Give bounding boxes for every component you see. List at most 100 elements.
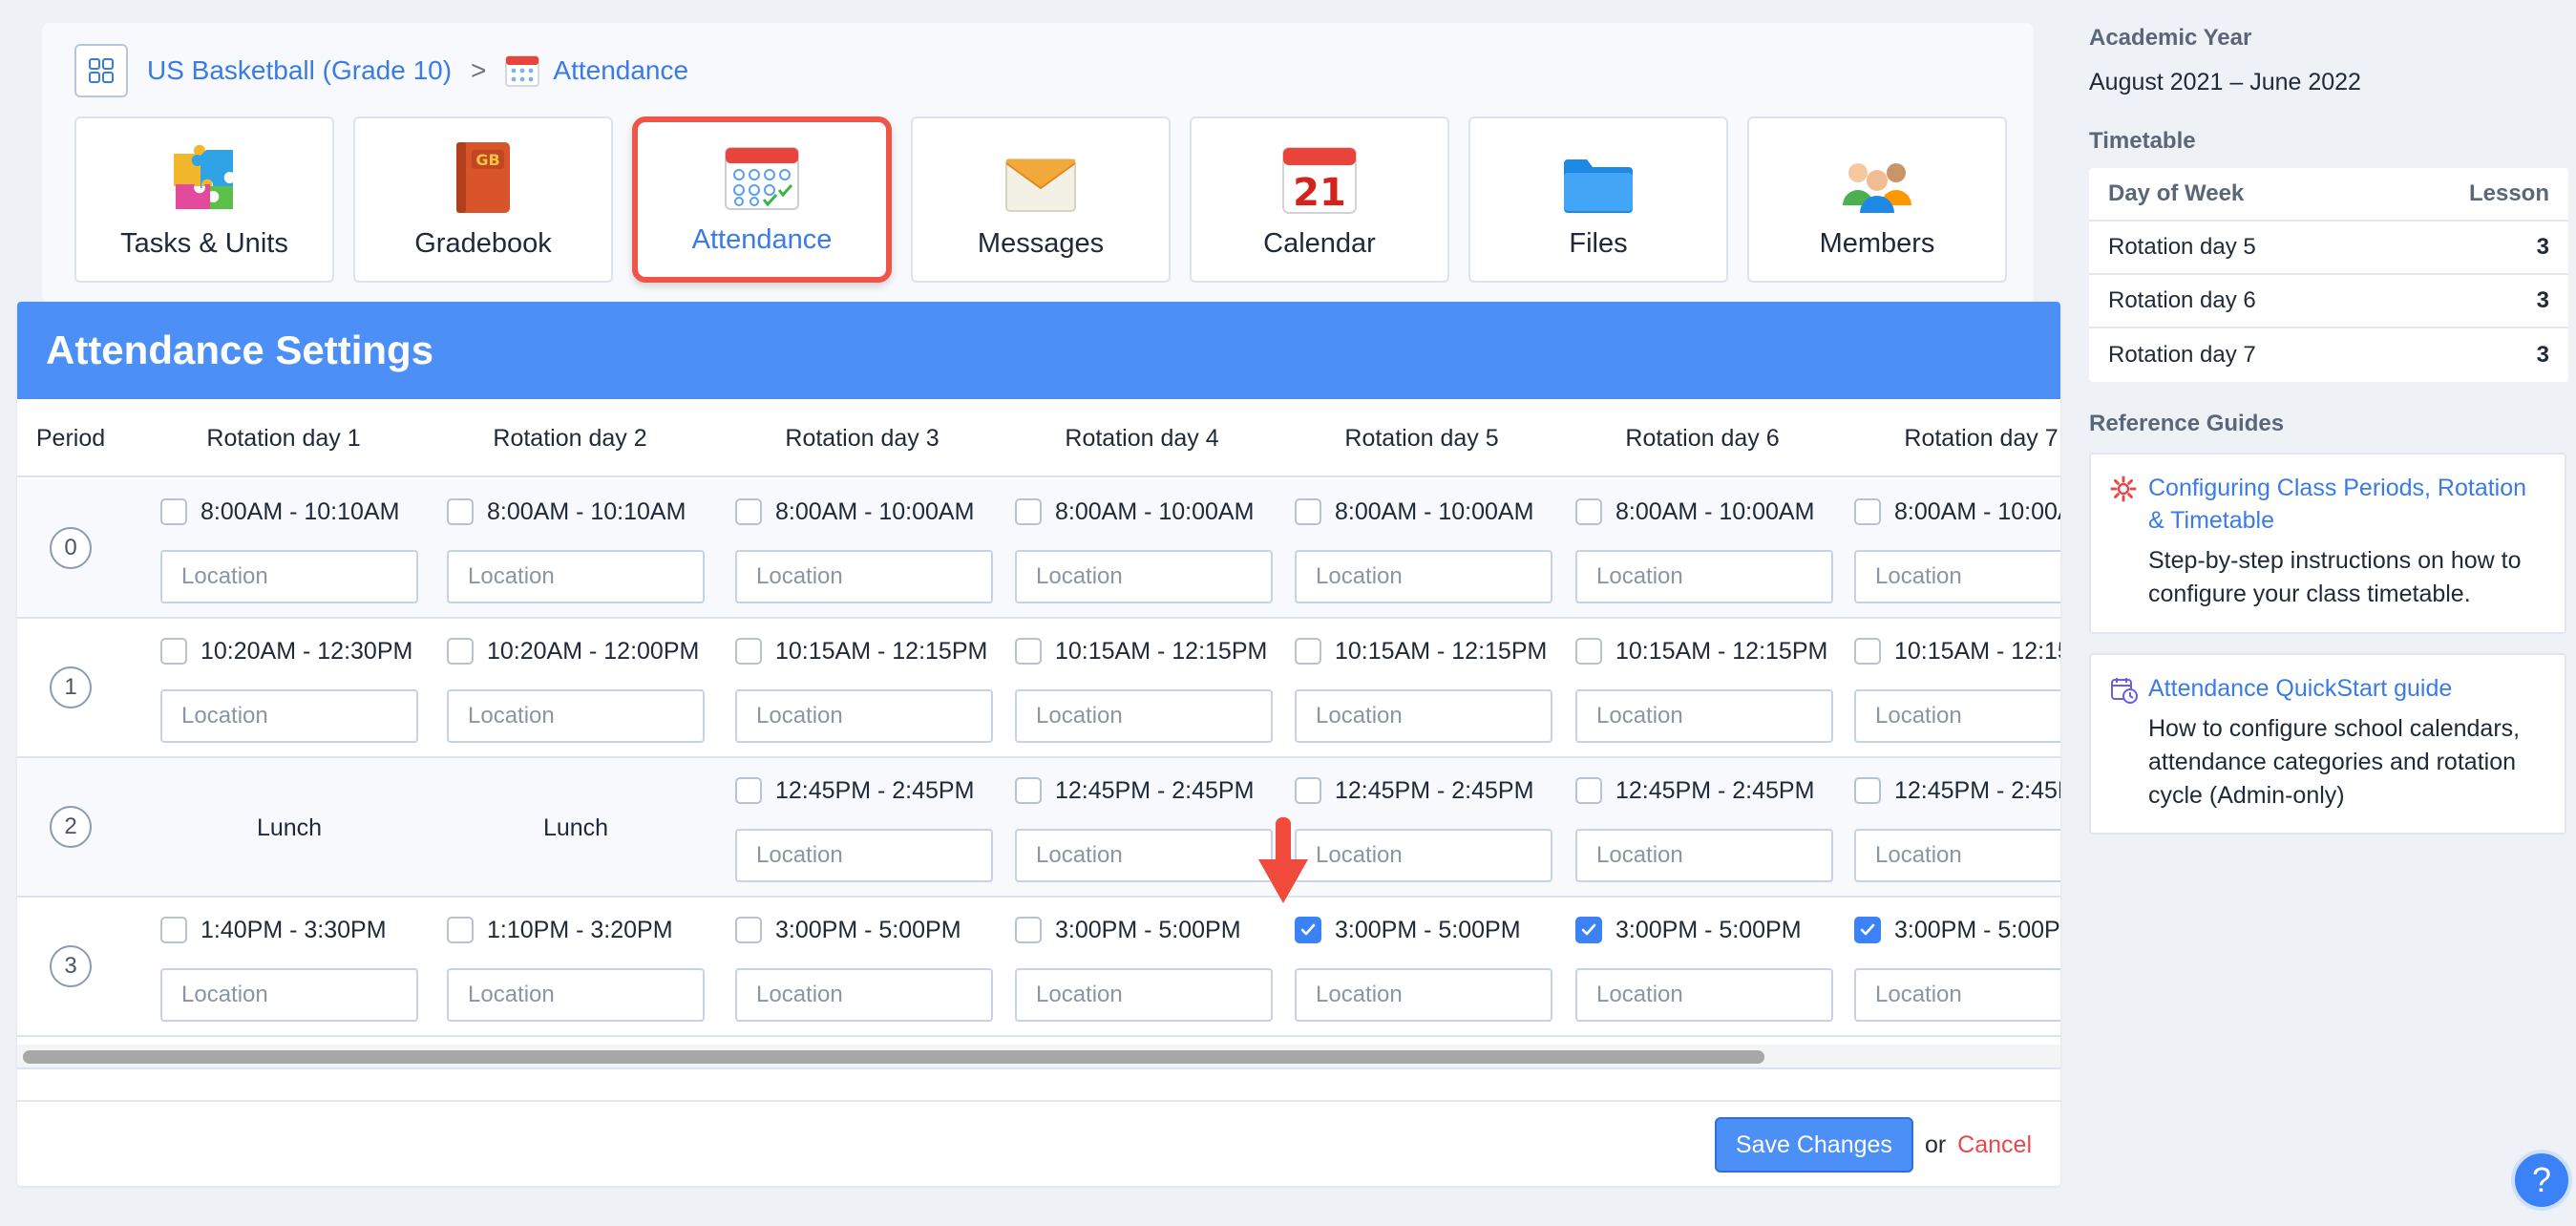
- location-input[interactable]: [1295, 968, 1552, 1022]
- apps-grid-button[interactable]: [74, 44, 128, 97]
- location-input[interactable]: [1575, 829, 1833, 882]
- checkbox[interactable]: [735, 498, 762, 525]
- location-input[interactable]: [1015, 968, 1273, 1022]
- horizontal-scrollbar[interactable]: [17, 1045, 2060, 1069]
- tile-tasks-units[interactable]: Tasks & Units: [74, 116, 334, 283]
- location-input[interactable]: [160, 689, 418, 743]
- checkbox[interactable]: [447, 498, 474, 525]
- timetable-day: Rotation day 5: [2108, 234, 2256, 260]
- calendar-clock-icon: [2111, 678, 2138, 704]
- location-input[interactable]: [735, 968, 993, 1022]
- tile-gradebook[interactable]: GB Gradebook: [353, 116, 613, 283]
- tile-messages[interactable]: Messages: [911, 116, 1171, 283]
- timetable-lesson: 3: [2536, 234, 2549, 260]
- checkbox[interactable]: [1575, 777, 1602, 804]
- tile-files[interactable]: Files: [1468, 116, 1728, 283]
- column-header-day-7: Rotation day 7: [1904, 424, 2059, 452]
- location-input[interactable]: [735, 689, 993, 743]
- gradebook-badge: GB: [475, 151, 499, 169]
- location-input[interactable]: [1015, 689, 1273, 743]
- period-row-3: 3 1:40PM - 3:30PM 1:10PM - 3:20PM 3:00PM - …: [17, 898, 2060, 1037]
- tile-calendar[interactable]: 21 Calendar: [1190, 116, 1449, 283]
- location-input[interactable]: [735, 550, 993, 603]
- cancel-link[interactable]: Cancel: [1957, 1131, 2032, 1159]
- help-button[interactable]: ?: [2511, 1150, 2572, 1211]
- location-input[interactable]: [447, 550, 705, 603]
- period-time-label: 10:15AM - 12:15PM: [1894, 637, 2060, 665]
- checkbox[interactable]: [1015, 777, 1042, 804]
- checkbox[interactable]: [1575, 638, 1602, 665]
- location-input[interactable]: [1575, 689, 1833, 743]
- location-input[interactable]: [1295, 689, 1552, 743]
- timetable-day: Rotation day 6: [2108, 287, 2256, 313]
- period-cell: 8:00AM - 10:00AM: [735, 479, 1012, 619]
- checkbox[interactable]: [1295, 638, 1321, 665]
- settings-title: Attendance Settings: [17, 302, 2060, 399]
- checkbox[interactable]: [1015, 498, 1042, 525]
- guide-title-link[interactable]: Attendance QuickStart guide: [2148, 672, 2547, 705]
- scrollbar-thumb[interactable]: [23, 1050, 1764, 1064]
- checkbox[interactable]: [160, 638, 187, 665]
- period-time-label: 10:15AM - 12:15PM: [775, 637, 988, 665]
- period-time-label: 8:00AM - 10:10AM: [201, 497, 400, 525]
- tile-members[interactable]: Members: [1747, 116, 2007, 283]
- location-input[interactable]: [1575, 550, 1833, 603]
- location-input[interactable]: [447, 689, 705, 743]
- checkbox-checked[interactable]: [1854, 917, 1881, 943]
- location-input[interactable]: [1015, 829, 1273, 882]
- checkbox-checked[interactable]: [1295, 917, 1321, 943]
- checkbox[interactable]: [735, 777, 762, 804]
- location-input[interactable]: [1854, 550, 2060, 603]
- location-input[interactable]: [1015, 550, 1273, 603]
- period-time-label: 3:00PM - 5:00PM: [1615, 916, 1802, 943]
- location-input[interactable]: [1854, 829, 2060, 882]
- breadcrumb-current-label: Attendance: [553, 55, 689, 85]
- location-input[interactable]: [1854, 689, 2060, 743]
- location-input[interactable]: [1295, 829, 1552, 882]
- period-time: 10:15AM - 12:15PM: [1015, 636, 1267, 666]
- checkbox[interactable]: [447, 917, 474, 943]
- guide-title-link[interactable]: Configuring Class Periods, Rotation & Ti…: [2148, 472, 2547, 537]
- checkbox[interactable]: [1015, 917, 1042, 943]
- checkbox[interactable]: [1295, 777, 1321, 804]
- checkbox[interactable]: [1854, 777, 1881, 804]
- guide-card-quickstart[interactable]: Attendance QuickStart guide How to confi…: [2089, 653, 2566, 835]
- period-time-label: 8:00AM - 10:10AM: [487, 497, 686, 525]
- checkbox-checked[interactable]: [1575, 917, 1602, 943]
- checkbox[interactable]: [1854, 638, 1881, 665]
- grid-icon: [89, 58, 114, 83]
- timetable-row: Rotation day 7 3: [2089, 328, 2568, 382]
- course-nav-card: US Basketball (Grade 10) > Attendance Ta…: [42, 23, 2034, 304]
- tile-attendance[interactable]: Attendance: [632, 116, 892, 283]
- guide-card-class-periods[interactable]: Configuring Class Periods, Rotation & Ti…: [2089, 453, 2566, 634]
- period-cell: 10:20AM - 12:30PM: [160, 619, 437, 758]
- location-input[interactable]: [1575, 968, 1833, 1022]
- location-input[interactable]: [160, 968, 418, 1022]
- attendance-calendar-icon: [725, 147, 799, 210]
- checkbox[interactable]: [1295, 498, 1321, 525]
- checkbox[interactable]: [1575, 498, 1602, 525]
- checkbox[interactable]: [735, 638, 762, 665]
- checkbox[interactable]: [1854, 498, 1881, 525]
- location-input[interactable]: [447, 968, 705, 1022]
- breadcrumb-course-link[interactable]: US Basketball (Grade 10): [147, 55, 452, 86]
- period-cell: 3:00PM - 5:00PM: [735, 898, 1012, 1037]
- checkbox[interactable]: [160, 917, 187, 943]
- save-changes-button[interactable]: Save Changes: [1714, 1117, 1913, 1173]
- location-input[interactable]: [160, 550, 418, 603]
- period-time: 3:00PM - 5:00PM: [1295, 915, 1521, 945]
- checkbox[interactable]: [447, 638, 474, 665]
- column-header-day-3: Rotation day 3: [785, 424, 940, 452]
- period-cell: 12:45PM - 2:45PM: [1854, 758, 2060, 898]
- location-input[interactable]: [735, 829, 993, 882]
- checkbox[interactable]: [1015, 638, 1042, 665]
- location-input[interactable]: [1295, 550, 1552, 603]
- period-cell: Lunch: [160, 758, 437, 898]
- members-icon: [1843, 163, 1911, 213]
- breadcrumb-current[interactable]: Attendance: [505, 54, 688, 87]
- location-input[interactable]: [1854, 968, 2060, 1022]
- tile-label: Attendance: [691, 224, 833, 255]
- checkbox[interactable]: [735, 917, 762, 943]
- period-time-label: 1:10PM - 3:20PM: [487, 916, 673, 943]
- checkbox[interactable]: [160, 498, 187, 525]
